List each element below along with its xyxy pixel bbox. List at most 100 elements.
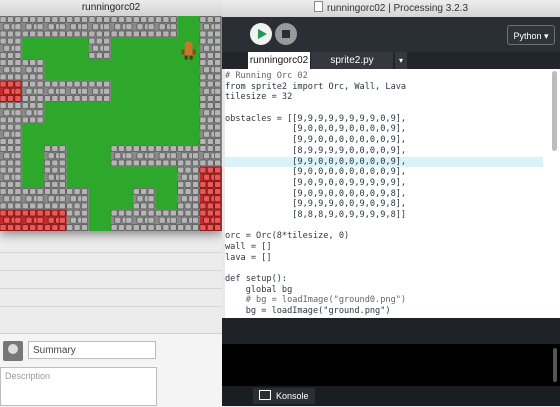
brick <box>29 59 37 66</box>
brick <box>3 66 11 74</box>
brick <box>177 188 185 195</box>
brick <box>214 59 222 66</box>
brick <box>36 224 44 231</box>
brick <box>21 95 29 102</box>
brick <box>0 166 7 174</box>
brick <box>47 23 55 31</box>
brick <box>154 159 162 167</box>
brick <box>44 30 52 38</box>
brick <box>88 95 96 102</box>
brick <box>0 123 7 131</box>
grass-tile <box>111 80 134 103</box>
brick <box>36 66 44 74</box>
brick <box>29 95 37 102</box>
tabs-menu-button[interactable]: ▾ <box>395 52 407 69</box>
brick <box>29 80 37 88</box>
grass-tile <box>88 102 112 124</box>
brick <box>7 159 14 167</box>
brick <box>58 224 66 231</box>
brick <box>203 152 211 160</box>
brick <box>0 181 7 188</box>
brick <box>81 188 89 195</box>
grass-tile <box>133 102 156 124</box>
brick <box>214 44 222 52</box>
brick <box>7 80 14 88</box>
run-button[interactable] <box>250 23 272 45</box>
summary-input[interactable] <box>28 341 156 359</box>
brick <box>132 188 140 195</box>
brick <box>88 80 96 88</box>
tab-runningorc02[interactable]: runningorc02 <box>248 52 310 69</box>
brick <box>21 30 29 38</box>
brick <box>199 181 207 188</box>
brick <box>169 145 177 152</box>
brick <box>3 216 11 224</box>
brick <box>36 87 44 95</box>
game-canvas[interactable] <box>0 16 222 231</box>
brick <box>147 23 155 31</box>
brick <box>214 159 222 167</box>
code-text[interactable]: # Running Orc 02 from sprite2 import Orc,… <box>225 71 543 317</box>
brick <box>118 159 126 167</box>
brick <box>191 159 199 167</box>
brick <box>184 181 192 188</box>
brick <box>95 37 103 45</box>
console-tab[interactable]: Konsole <box>253 388 315 404</box>
brick <box>214 216 222 224</box>
brick <box>199 59 207 66</box>
grass-tile <box>133 123 156 146</box>
brick <box>140 202 148 210</box>
brick <box>7 123 14 131</box>
brick <box>3 109 11 117</box>
brick <box>147 195 155 203</box>
brick <box>81 23 89 31</box>
brick <box>81 224 89 231</box>
brick <box>0 30 7 38</box>
brick <box>14 202 22 210</box>
brick <box>214 80 222 88</box>
brick <box>140 30 148 38</box>
brick <box>103 23 111 31</box>
tab-sprite2[interactable]: sprite2.py <box>311 52 393 69</box>
brick <box>21 80 29 88</box>
brick <box>147 152 155 160</box>
editor-scrollbar[interactable] <box>552 71 557 151</box>
brick <box>214 145 222 152</box>
brick <box>191 166 199 174</box>
brick <box>125 152 133 160</box>
brick <box>92 23 100 31</box>
brick <box>177 224 185 231</box>
brick <box>29 16 37 23</box>
brick <box>44 209 52 217</box>
brick <box>51 166 59 174</box>
brick <box>36 116 44 124</box>
brick <box>199 224 207 231</box>
brick <box>14 37 22 45</box>
brick <box>81 30 89 38</box>
brick <box>203 23 211 31</box>
brick <box>14 59 22 66</box>
brick <box>36 23 44 31</box>
brick <box>177 202 185 210</box>
brick <box>14 95 22 102</box>
grass-tile <box>88 123 112 146</box>
brick <box>73 209 81 217</box>
brick <box>206 202 214 210</box>
brick <box>3 130 11 138</box>
brick <box>21 188 29 195</box>
brick <box>125 145 133 152</box>
mode-selector[interactable]: Python ▾ <box>507 25 555 45</box>
brick <box>58 23 66 31</box>
console-scrollbar[interactable] <box>553 348 557 382</box>
bottom-bar: Konsole <box>222 386 560 406</box>
code-editor[interactable]: # Running Orc 02 from sprite2 import Orc,… <box>222 69 560 318</box>
brick <box>180 195 188 203</box>
console-output <box>222 344 560 386</box>
description-field[interactable]: Description <box>0 367 157 406</box>
stop-button[interactable] <box>275 23 297 45</box>
brick <box>147 224 155 231</box>
brick <box>203 44 211 52</box>
code-line: [9,9,0,0,0,0,0,0,0,9], <box>225 156 543 168</box>
brick <box>0 73 7 81</box>
brick <box>95 52 103 59</box>
